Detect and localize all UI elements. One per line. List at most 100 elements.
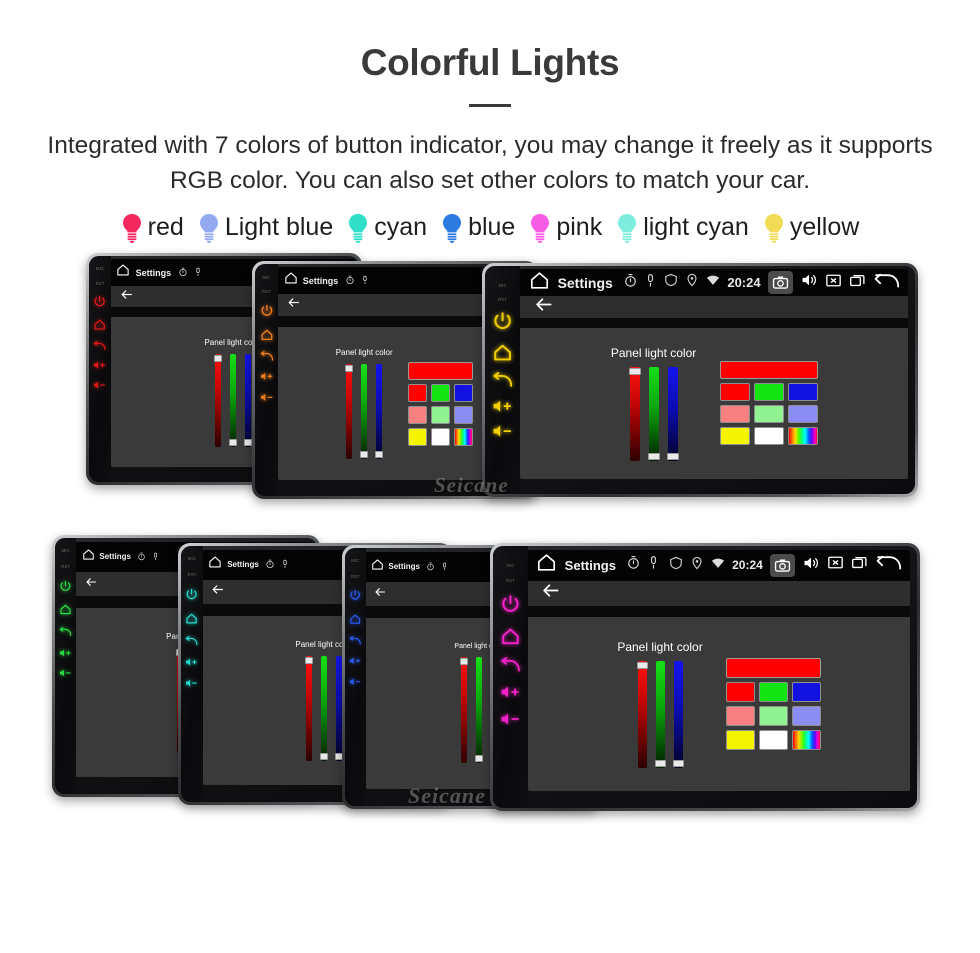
back-button[interactable]	[120, 288, 133, 306]
swatch-blue[interactable]	[787, 383, 818, 402]
green-slider-thumb[interactable]	[228, 438, 237, 446]
red-slider-thumb[interactable]	[460, 658, 469, 666]
home-icon[interactable]	[82, 548, 95, 566]
green-slider-thumb[interactable]	[654, 759, 666, 767]
recents-icon[interactable]	[851, 554, 868, 576]
swatch-salmon[interactable]	[407, 405, 427, 424]
swatch-salmon[interactable]	[725, 705, 755, 726]
volume-icon[interactable]	[800, 271, 818, 294]
swatch-yellow[interactable]	[725, 729, 755, 750]
swatch-salmon[interactable]	[719, 405, 750, 424]
power-button[interactable]	[260, 304, 274, 318]
swatch-red[interactable]	[407, 383, 427, 402]
blue-slider-thumb[interactable]	[375, 451, 384, 459]
volume-down-button[interactable]	[93, 380, 106, 390]
green-slider[interactable]	[319, 655, 328, 761]
red-slider[interactable]	[628, 366, 641, 461]
back-button[interactable]	[287, 296, 300, 314]
green-slider[interactable]	[647, 366, 660, 461]
home-icon[interactable]	[116, 263, 130, 282]
back-arrow-icon[interactable]	[875, 554, 902, 576]
home-button[interactable]	[492, 342, 513, 363]
back-button[interactable]	[185, 635, 198, 646]
timer-icon[interactable]	[178, 264, 188, 282]
home-icon[interactable]	[536, 552, 557, 578]
volume-up-button[interactable]	[59, 648, 72, 658]
back-button[interactable]	[93, 340, 107, 351]
back-arrow-icon[interactable]	[873, 272, 900, 294]
volume-down-button[interactable]	[260, 392, 274, 403]
swatch-blue[interactable]	[791, 681, 821, 702]
swatch-rainbow[interactable]	[787, 427, 818, 446]
home-icon[interactable]	[284, 271, 298, 290]
blue-slider[interactable]	[334, 655, 343, 761]
timer-icon[interactable]	[265, 556, 275, 574]
mic-pin-icon[interactable]	[360, 272, 370, 290]
timer-icon[interactable]	[137, 548, 146, 566]
green-slider-thumb[interactable]	[360, 451, 369, 459]
home-button[interactable]	[59, 603, 72, 616]
home-icon[interactable]	[371, 558, 384, 576]
mic-pin-icon[interactable]	[646, 555, 661, 575]
volume-up-button[interactable]	[185, 657, 198, 667]
swatch-green[interactable]	[430, 383, 450, 402]
home-icon[interactable]	[529, 270, 550, 296]
swatch-lightgreen[interactable]	[758, 705, 788, 726]
back-button[interactable]	[349, 636, 361, 646]
volume-down-button[interactable]	[59, 668, 72, 678]
back-button[interactable]	[541, 581, 560, 605]
power-button[interactable]	[349, 589, 361, 601]
back-button[interactable]	[492, 372, 513, 388]
volume-icon[interactable]	[802, 554, 820, 577]
home-icon[interactable]	[208, 555, 222, 574]
timer-icon[interactable]	[626, 555, 641, 575]
blue-slider[interactable]	[243, 353, 252, 447]
touch-screen[interactable]: Settings 20:24 Panel light color	[527, 549, 911, 791]
swatch-lightgreen[interactable]	[753, 405, 784, 424]
volume-up-button[interactable]	[260, 371, 274, 382]
home-button[interactable]	[349, 613, 361, 625]
timer-icon[interactable]	[345, 272, 355, 290]
volume-down-button[interactable]	[492, 423, 513, 439]
camera-icon[interactable]	[767, 271, 793, 295]
camera-icon[interactable]	[769, 553, 795, 577]
mic-pin-icon[interactable]	[280, 556, 290, 574]
swatch-red[interactable]	[719, 383, 750, 402]
home-button[interactable]	[500, 626, 521, 647]
swatch-green[interactable]	[753, 383, 784, 402]
swatch-yellow[interactable]	[407, 427, 427, 446]
recents-icon[interactable]	[849, 272, 866, 294]
swatch-rainbow[interactable]	[791, 729, 821, 750]
swatch-green[interactable]	[758, 681, 788, 702]
volume-down-button[interactable]	[500, 711, 521, 727]
swatch-yellow[interactable]	[719, 427, 750, 446]
green-slider[interactable]	[228, 353, 237, 447]
swatch-white[interactable]	[758, 729, 788, 750]
blue-slider-thumb[interactable]	[243, 438, 252, 446]
swatch-red[interactable]	[725, 681, 755, 702]
swatch-periwinkle[interactable]	[787, 405, 818, 424]
green-slider-thumb[interactable]	[647, 452, 660, 460]
home-button[interactable]	[93, 318, 106, 331]
red-slider[interactable]	[460, 657, 469, 764]
back-button[interactable]	[534, 295, 553, 319]
close-box-icon[interactable]	[825, 272, 842, 294]
red-slider[interactable]	[304, 655, 313, 761]
blue-slider-thumb[interactable]	[672, 759, 684, 767]
mic-pin-icon[interactable]	[193, 264, 203, 282]
power-button[interactable]	[59, 580, 72, 593]
touch-screen[interactable]: Settings 20:24 Panel light color	[520, 269, 909, 479]
red-slider-thumb[interactable]	[636, 661, 648, 669]
red-slider[interactable]	[345, 364, 354, 460]
home-button[interactable]	[185, 612, 198, 625]
green-slider[interactable]	[654, 660, 666, 768]
power-button[interactable]	[492, 311, 513, 332]
home-button[interactable]	[260, 328, 274, 342]
back-button[interactable]	[211, 583, 224, 601]
swatch-white[interactable]	[430, 427, 450, 446]
red-slider-thumb[interactable]	[345, 365, 354, 373]
timer-icon[interactable]	[623, 273, 638, 293]
green-slider[interactable]	[360, 364, 369, 460]
swatch-blue[interactable]	[453, 383, 473, 402]
power-button[interactable]	[500, 594, 521, 615]
